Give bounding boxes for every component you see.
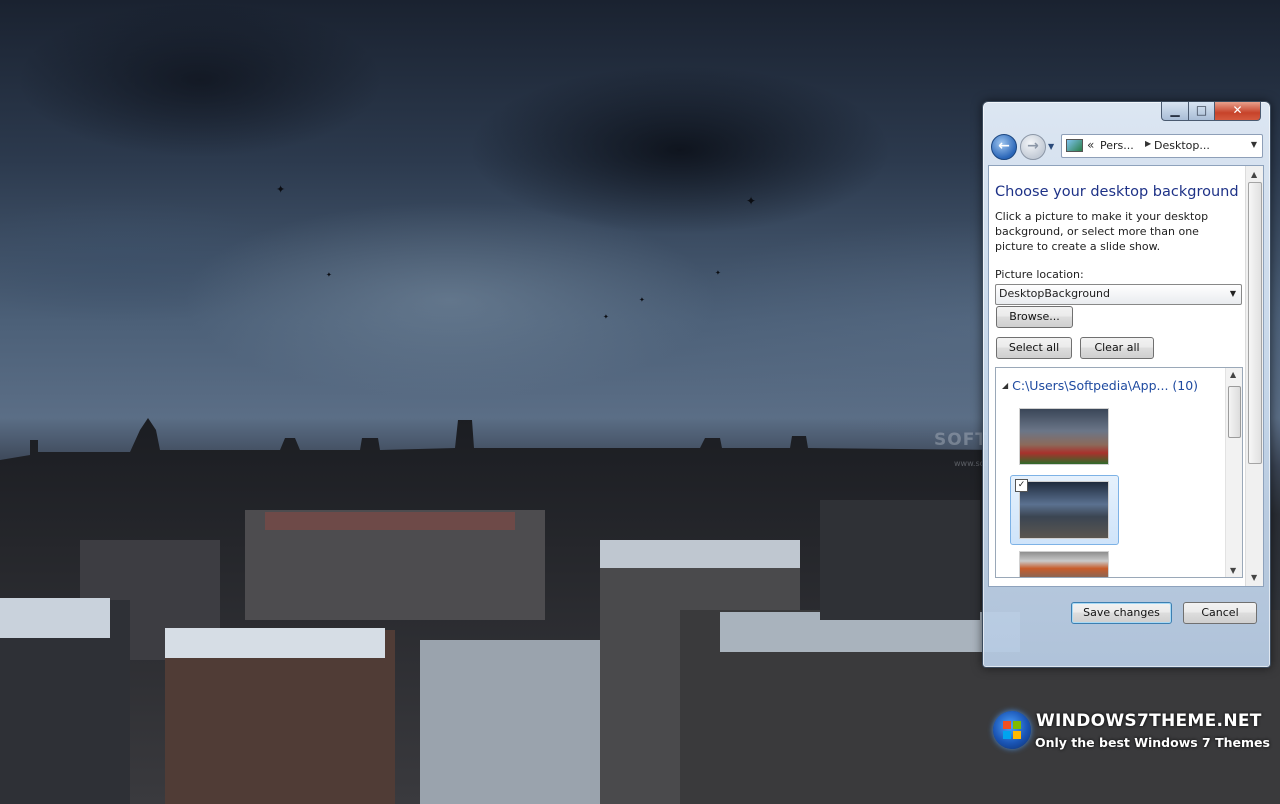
back-button[interactable]: ←: [991, 134, 1017, 160]
wallpaper-thumbnail-selected[interactable]: ✓: [1010, 475, 1119, 545]
bird-icon: ✦: [639, 296, 645, 304]
maximize-button[interactable]: □: [1188, 102, 1215, 121]
bird-icon: ✦: [715, 269, 721, 277]
minimize-button[interactable]: ▁: [1161, 102, 1189, 121]
bird-icon: ✦: [276, 183, 286, 196]
wallpaper-thumbnail[interactable]: [1019, 551, 1109, 577]
address-overflow-chevron[interactable]: «: [1087, 138, 1094, 152]
cancel-button[interactable]: Cancel: [1183, 602, 1257, 624]
bird-icon: ✦: [326, 271, 332, 279]
site-tagline-watermark: Only the best Windows 7 Themes: [1035, 735, 1270, 750]
wallpaper-gallery: ◢ C:\Users\Softpedia\App... (10) ✓ ▲ ▼: [995, 367, 1243, 578]
picture-location-label: Picture location:: [995, 268, 1084, 281]
address-dropdown-icon[interactable]: ▼: [1251, 140, 1257, 149]
breadcrumb-separator-icon[interactable]: ▶: [1145, 139, 1151, 148]
recent-pages-dropdown-icon[interactable]: ▼: [1048, 142, 1054, 151]
chevron-down-icon: ▼: [1229, 289, 1236, 298]
save-changes-button[interactable]: Save changes: [1071, 602, 1172, 624]
close-button[interactable]: ✕: [1214, 102, 1261, 121]
scroll-up-icon[interactable]: ▲: [1230, 370, 1236, 379]
page-description: Click a picture to make it your desktop …: [995, 210, 1209, 253]
content-pane: Choose your desktop background Click a p…: [988, 165, 1264, 587]
forward-arrow-icon: →: [1027, 138, 1039, 154]
page-title: Choose your desktop background: [995, 184, 1239, 200]
bird-icon: ✦: [746, 194, 757, 208]
address-bar[interactable]: « Pers... ▶ Desktop... ▼: [1061, 134, 1263, 158]
personalization-window: ▁ □ ✕ ← → ▼ « Pers... ▶ Desktop... ▼ Cho…: [982, 101, 1271, 668]
picture-location-value: DesktopBackground: [999, 287, 1110, 300]
content-scroll-thumb[interactable]: [1248, 182, 1262, 464]
gallery-group-header[interactable]: ◢ C:\Users\Softpedia\App... (10): [1002, 378, 1198, 393]
thumbnail-checkbox[interactable]: ✓: [1015, 479, 1028, 492]
control-panel-icon: [1066, 139, 1083, 152]
back-arrow-icon: ←: [998, 138, 1010, 154]
browse-button[interactable]: Browse...: [996, 306, 1073, 328]
gallery-scrollbar[interactable]: ▲ ▼: [1225, 368, 1242, 577]
wallpaper-thumbnail-image: [1019, 481, 1109, 539]
bird-icon: ✦: [603, 313, 609, 321]
wallpaper-thumbnail[interactable]: [1019, 408, 1109, 465]
gallery-scroll-thumb[interactable]: [1228, 386, 1241, 438]
site-title-watermark: WINDOWS7THEME.NET: [1036, 711, 1262, 731]
picture-location-select[interactable]: DesktopBackground ▼: [995, 284, 1242, 305]
content-scrollbar[interactable]: ▲ ▼: [1245, 166, 1263, 586]
scroll-down-icon[interactable]: ▼: [1230, 566, 1236, 575]
clear-all-button[interactable]: Clear all: [1080, 337, 1154, 359]
breadcrumb-personalization[interactable]: Pers...: [1100, 139, 1134, 152]
collapse-triangle-icon[interactable]: ◢: [1002, 381, 1008, 390]
forward-button[interactable]: →: [1020, 134, 1046, 160]
breadcrumb-desktop-background[interactable]: Desktop...: [1154, 139, 1210, 152]
gallery-group-label: C:\Users\Softpedia\App... (10): [1012, 378, 1199, 393]
windows-logo-icon: [993, 711, 1031, 749]
scroll-up-icon[interactable]: ▲: [1251, 170, 1257, 179]
select-all-button[interactable]: Select all: [996, 337, 1072, 359]
scroll-down-icon[interactable]: ▼: [1251, 573, 1257, 582]
